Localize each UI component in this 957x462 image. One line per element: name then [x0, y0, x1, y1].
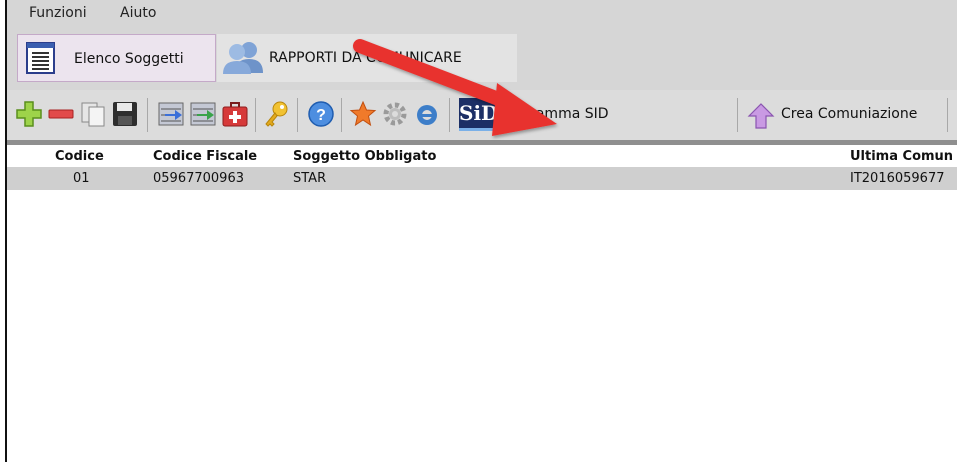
copy-icon[interactable] [79, 100, 107, 128]
ie-icon[interactable] [413, 100, 441, 128]
gear-icon[interactable] [381, 100, 409, 128]
cell-soggetto: STAR [293, 171, 327, 186]
menu-funzioni[interactable]: Funzioni [29, 5, 87, 21]
star-icon[interactable] [349, 100, 377, 128]
col-codice[interactable]: Codice [55, 149, 104, 164]
tab-elenco-soggetti[interactable]: Elenco Soggetti [17, 34, 216, 82]
menu-bar: Funzioni Aiuto [7, 0, 957, 28]
programma-sid-button[interactable]: SiD Programma SID [455, 96, 637, 132]
sid-logo: SiD [459, 98, 498, 131]
crea-comunicazione-label: Crea Comuniazione [781, 106, 918, 122]
cell-codice: 01 [73, 171, 90, 186]
tab-rapporti[interactable]: RAPPORTI DA COMUNICARE [217, 34, 517, 82]
list-icon [26, 42, 55, 74]
tab-strip: Elenco Soggetti RAPPORTI DA COMUNICARE [7, 28, 957, 90]
arrow-up-icon [747, 103, 775, 129]
cell-codice-fiscale: 05967700963 [153, 171, 244, 186]
remove-icon[interactable] [47, 100, 75, 128]
help-icon[interactable]: ? [307, 100, 335, 128]
col-soggetto-obbligato[interactable]: Soggetto Obbligato [293, 149, 436, 164]
key-icon[interactable] [263, 100, 291, 128]
users-icon [223, 42, 263, 74]
cell-ultima-comunicazione: IT2016059677 [850, 171, 945, 186]
svg-text:?: ? [316, 107, 326, 124]
tab-label: RAPPORTI DA COMUNICARE [269, 50, 462, 66]
import-icon[interactable] [157, 100, 185, 128]
table-header: Codice Codice Fiscale Soggetto Obbligato… [7, 145, 957, 167]
crea-comunicazione-button[interactable]: Crea Comuniazione [745, 96, 941, 132]
tab-label: Elenco Soggetti [74, 51, 184, 67]
export-icon[interactable] [189, 100, 217, 128]
table-row[interactable]: 01 05967700963 STAR IT2016059677 [7, 167, 957, 190]
col-ultima-comunicazione[interactable]: Ultima Comun [850, 149, 953, 164]
first-aid-icon[interactable] [221, 100, 249, 128]
app-window: Funzioni Aiuto Elenco Soggetti RAPPORTI … [5, 0, 957, 462]
add-icon[interactable] [15, 100, 43, 128]
save-icon[interactable] [111, 100, 139, 128]
col-codice-fiscale[interactable]: Codice Fiscale [153, 149, 257, 164]
toolbar: ? SiD Programma SID Crea Comuniazione [7, 90, 957, 140]
menu-aiuto[interactable]: Aiuto [120, 5, 156, 21]
programma-sid-label: Programma SID [499, 106, 609, 122]
